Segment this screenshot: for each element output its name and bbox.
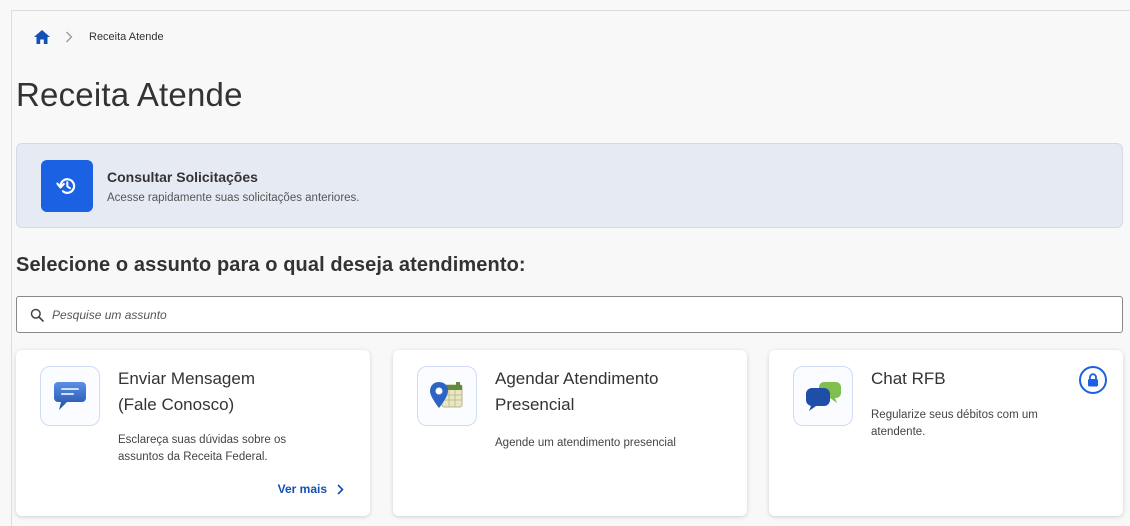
card-desc-line: Agende um atendimento presencial	[495, 437, 676, 449]
breadcrumb: Receita Atende	[33, 28, 164, 46]
breadcrumb-current: Receita Atende	[89, 31, 164, 43]
search-icon	[30, 307, 46, 323]
card-description: Esclareça suas dúvidas sobre os assuntos…	[118, 432, 286, 466]
card-desc-line: Esclareça suas dúvidas sobre os	[118, 434, 287, 446]
frame-top-border	[11, 10, 1130, 11]
search-input[interactable]	[52, 307, 1052, 322]
page-title: Receita Atende	[16, 76, 243, 113]
calendar-location-icon	[417, 366, 477, 426]
card-schedule-appointment[interactable]: Agendar Atendimento Presencial Agende um…	[393, 350, 747, 516]
card-desc-line: atendente.	[871, 426, 926, 438]
lock-icon	[1079, 366, 1107, 394]
consult-requests-panel[interactable]: Consultar Solicitações Acesse rapidament…	[16, 143, 1123, 228]
card-title-line: Enviar Mensagem	[118, 369, 256, 388]
search-box	[16, 296, 1123, 333]
card-description: Regularize seus débitos com um atendente…	[871, 407, 1038, 441]
card-title-line: (Fale Conosco)	[118, 395, 235, 414]
consult-description: Acesse rapidamente suas solicitações ant…	[107, 192, 360, 204]
chevron-right-icon	[337, 483, 344, 495]
see-more-link[interactable]: Ver mais	[278, 482, 344, 496]
message-bubble-icon	[40, 366, 100, 426]
chevron-right-icon	[65, 31, 79, 43]
card-desc-line: Regularize seus débitos com um	[871, 409, 1038, 421]
card-title-line: Chat RFB	[871, 369, 946, 388]
card-title: Enviar Mensagem (Fale Conosco)	[118, 366, 338, 418]
card-description: Agende um atendimento presencial	[495, 435, 676, 452]
card-desc-line: assuntos da Receita Federal.	[118, 451, 268, 463]
chat-bubbles-icon	[793, 366, 853, 426]
card-chat-rfb[interactable]: Chat RFB Regularize seus débitos com um …	[769, 350, 1123, 516]
card-title: Chat RFB	[871, 366, 1091, 392]
section-title: Selecione o assunto para o qual deseja a…	[16, 254, 526, 276]
card-title-line: Agendar Atendimento	[495, 369, 659, 388]
card-title: Agendar Atendimento Presencial	[495, 366, 715, 418]
see-more-label: Ver mais	[277, 482, 327, 496]
home-icon[interactable]	[33, 29, 51, 45]
history-icon	[41, 160, 93, 212]
card-title-line: Presencial	[495, 395, 575, 414]
frame-left-border	[11, 10, 12, 526]
consult-title: Consultar Solicitações	[107, 169, 258, 185]
card-send-message[interactable]: Enviar Mensagem (Fale Conosco) Esclareça…	[16, 350, 370, 516]
